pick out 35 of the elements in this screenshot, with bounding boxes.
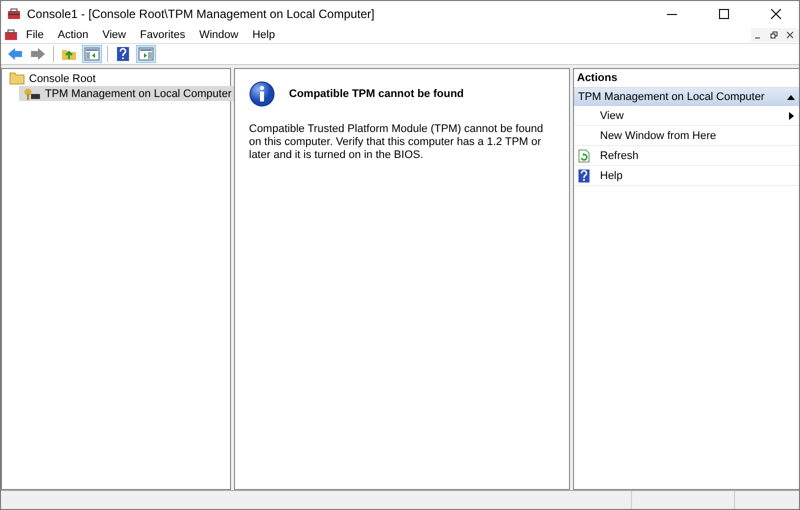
help-icon[interactable]	[116, 46, 130, 62]
actions-section[interactable]: TPM Management on Local Computer	[574, 88, 799, 106]
message-text: Compatible Trusted Platform Module (TPM) cannot be found on this computer. Verify that this computer has a 1.2 TPM or later and it is turned on in the BIOS.	[249, 123, 544, 162]
task-link[interactable]: New Window from Here	[574, 126, 799, 146]
task-link[interactable]: Help	[574, 166, 799, 186]
close-icon[interactable]	[786, 30, 794, 38]
menu-item[interactable]: View	[96, 26, 132, 43]
submenu-arrow-icon	[789, 112, 794, 120]
forward-icon[interactable]	[30, 47, 46, 61]
info-icon	[249, 81, 275, 107]
task-link[interactable]: Refresh	[574, 146, 799, 166]
close-icon[interactable]	[771, 8, 781, 18]
menu-item[interactable]: File	[20, 26, 50, 43]
key-chip-icon	[23, 86, 41, 100]
toolbox-icon	[7, 8, 21, 20]
back-icon[interactable]	[7, 47, 23, 61]
tree-item[interactable]: TPM Management on Local Computer	[19, 86, 236, 101]
action-pane-icon[interactable]	[138, 47, 154, 61]
menu-item[interactable]: Window	[193, 26, 244, 43]
collapse-arrow-icon[interactable]	[787, 94, 795, 100]
folder-up-icon[interactable]	[61, 47, 77, 61]
menu-item[interactable]: Help	[246, 26, 281, 43]
help-icon	[578, 168, 590, 182]
menu-item[interactable]: Favorites	[134, 26, 192, 43]
folder-icon	[9, 72, 25, 85]
refresh-icon	[578, 148, 590, 162]
window-title: Console1 - [Console Root\TPM Management on Local Computer]	[27, 6, 376, 20]
tree-item[interactable]: Console Root	[5, 71, 100, 86]
toolbox-icon[interactable]	[4, 28, 18, 40]
tree-pane-icon[interactable]	[84, 47, 100, 61]
restore-icon[interactable]	[770, 30, 778, 38]
message-title: Compatible TPM cannot be found	[289, 88, 464, 100]
maximize-icon[interactable]	[719, 8, 729, 18]
menu-item[interactable]: Action	[52, 26, 94, 43]
task-link[interactable]: View	[574, 106, 799, 126]
